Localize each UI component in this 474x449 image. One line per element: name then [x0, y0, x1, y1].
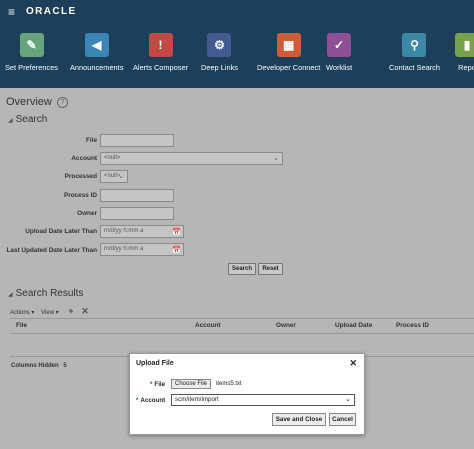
file-input[interactable] — [100, 134, 174, 147]
upload-file-dialog: Upload File ✕ * File Choose File items5.t… — [129, 353, 365, 435]
owner-label: Owner — [77, 210, 97, 217]
dialog-file-label: * File — [150, 381, 166, 388]
results-section-header[interactable]: ◢ Search Results — [8, 288, 83, 299]
nav-item-checklist[interactable]: ✓ Worklist — [326, 33, 352, 72]
cancel-button[interactable]: Cancel — [329, 413, 356, 426]
choose-file-button[interactable]: Choose File — [171, 379, 212, 389]
close-icon[interactable]: ✕ — [349, 358, 357, 369]
nav-item-contact-search[interactable]: ⚲ Contact Search — [389, 33, 440, 72]
nav-item-reports[interactable]: ▮ Repo — [455, 33, 474, 72]
dialog-account-label: * Account — [136, 397, 166, 404]
save-and-close-button[interactable]: Save and Close — [272, 413, 326, 426]
chevron-down-icon: ⌄ — [273, 155, 279, 162]
nav-item-label: Announcements — [70, 63, 124, 72]
nav-item-label: Repo — [458, 63, 474, 72]
last-updated-label: Last Updated Date Later Than — [6, 247, 97, 254]
hamburger-menu-icon[interactable]: ≡ — [8, 6, 15, 18]
search-section-header[interactable]: ◢ Search — [8, 114, 47, 125]
checklist-icon: ✓ — [327, 33, 352, 57]
page-title: Overview ? — [6, 96, 68, 108]
reports-icon: ▮ — [455, 33, 474, 57]
brand-logo: ORACLE — [26, 6, 77, 17]
calendar-icon[interactable]: 📅 — [172, 245, 181, 256]
column-header-upload-date[interactable]: Upload Date — [335, 322, 372, 329]
last-updated-input[interactable]: m/d/yy h:mm a 📅 — [100, 243, 184, 256]
add-icon[interactable]: + — [68, 306, 73, 316]
nav-item-developer[interactable]: ▦ Developer Connect — [257, 33, 320, 72]
processed-select[interactable]: <null> ⌄ — [100, 170, 128, 183]
nav-item-label: Worklist — [326, 63, 353, 72]
nav-item-user-settings[interactable]: ✎ Set Preferences — [5, 33, 58, 72]
dialog-title: Upload File — [136, 360, 174, 367]
user-settings-icon: ✎ — [19, 33, 44, 57]
column-header-file[interactable]: File — [16, 322, 27, 329]
results-toolbar: Actions ▾ View ▾ + ✕ — [10, 306, 89, 317]
column-header-process-id[interactable]: Process ID — [396, 322, 429, 329]
file-label: File — [85, 137, 97, 144]
processed-label: Processed — [64, 173, 97, 180]
dialog-account-select[interactable]: scm/item/import ⌄ — [171, 394, 355, 406]
nav-item-alert[interactable]: ! Alerts Composer — [133, 33, 188, 72]
top-banner: ≡ ORACLE ✎ Set Preferences ◀ Announcements!… — [0, 0, 474, 88]
upload-date-label: Upload Date Later Than — [25, 228, 97, 235]
nav-item-label: Developer Connect — [257, 63, 321, 72]
view-menu[interactable]: View ▾ — [41, 310, 59, 316]
nav-item-label: Alerts Composer — [133, 63, 189, 72]
megaphone-icon: ◀ — [84, 33, 109, 57]
delete-icon[interactable]: ✕ — [81, 306, 89, 316]
process-id-input[interactable] — [100, 189, 174, 202]
developer-icon: ▦ — [276, 33, 301, 57]
chevron-down-icon: ⌄ — [118, 173, 124, 180]
account-label: Account — [71, 155, 97, 162]
account-select[interactable]: <null> ⌄ — [100, 152, 283, 165]
alert-icon: ! — [148, 33, 173, 57]
calendar-icon[interactable]: 📅 — [172, 227, 181, 238]
collapse-triangle-icon[interactable]: ◢ — [8, 292, 13, 298]
nav-item-megaphone[interactable]: ◀ Announcements — [70, 33, 123, 72]
upload-date-input[interactable]: m/d/yy h:mm a 📅 — [100, 225, 184, 238]
nav-item-label: Deep Links — [201, 63, 238, 72]
process-id-label: Process ID — [63, 192, 97, 199]
selected-file-name: items5.txt — [216, 381, 242, 387]
required-indicator: * — [136, 397, 139, 404]
column-header-owner[interactable]: Owner — [276, 322, 296, 329]
column-header-account[interactable]: Account — [195, 322, 221, 329]
nav-item-links[interactable]: ⚙ Deep Links — [201, 33, 238, 72]
owner-input[interactable] — [100, 207, 174, 220]
required-indicator: * — [150, 381, 153, 388]
nav-item-label: Contact Search — [389, 63, 440, 72]
columns-hidden-status: Columns Hidden 5 — [11, 363, 67, 369]
collapse-triangle-icon[interactable]: ◢ — [8, 118, 13, 124]
chevron-down-icon: ⌄ — [345, 396, 351, 403]
contact-search-icon: ⚲ — [402, 33, 427, 57]
help-icon[interactable]: ? — [56, 96, 68, 108]
nav-item-label: Set Preferences — [5, 63, 58, 72]
actions-menu[interactable]: Actions ▾ — [10, 310, 34, 316]
reset-button[interactable]: Reset — [258, 263, 283, 275]
links-icon: ⚙ — [207, 33, 232, 57]
search-button[interactable]: Search — [228, 263, 256, 275]
